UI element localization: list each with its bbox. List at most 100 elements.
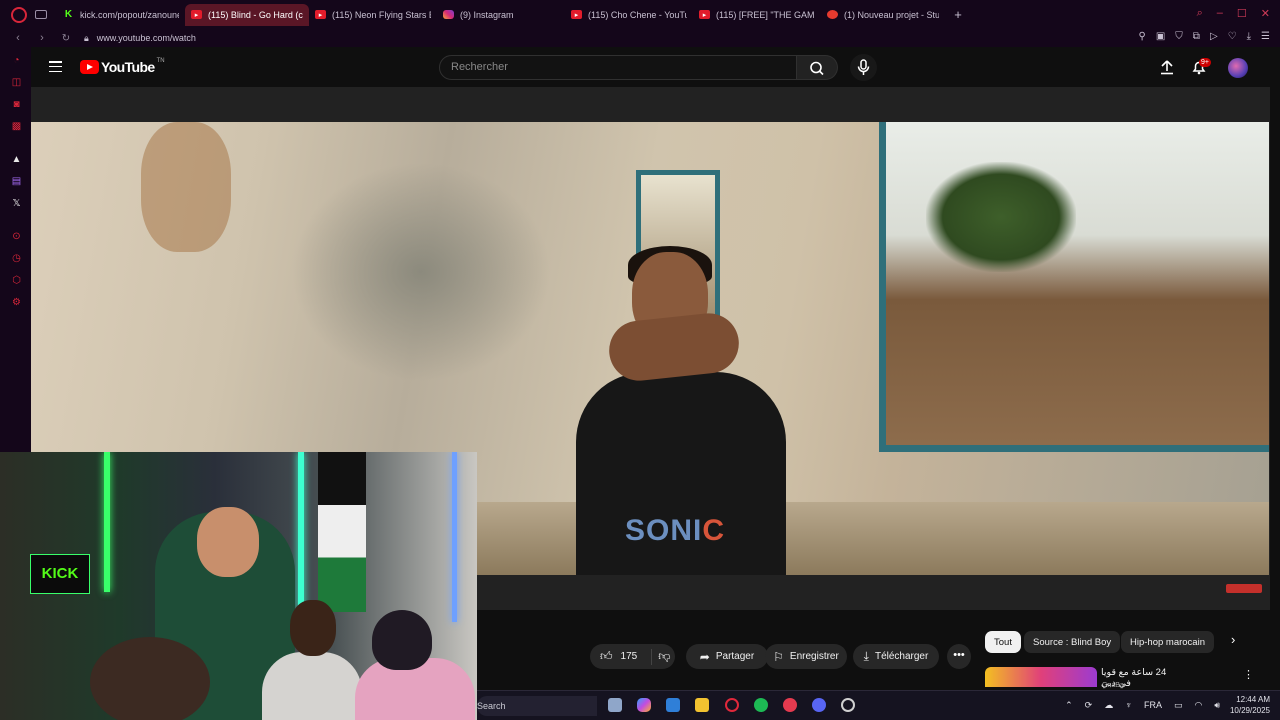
store-icon[interactable] — [666, 698, 680, 712]
guest — [90, 637, 210, 720]
opera-icon[interactable] — [725, 698, 739, 712]
studio-icon — [827, 10, 838, 19]
back-icon[interactable]: ‹ — [12, 32, 24, 44]
tab-label: (115) Neon Flying Stars B — [332, 9, 431, 20]
sync-icon[interactable]: ⟳ — [1085, 700, 1093, 711]
screen: K kick.com/popout/zanoune ▸ (115) Blind … — [0, 0, 1280, 720]
arrow-up-icon[interactable]: ▲ — [11, 154, 22, 165]
snapshot-icon[interactable]: ▣ — [1156, 31, 1165, 42]
youtube-icon: ▸ — [699, 10, 710, 19]
close-icon[interactable]: ✕ — [1261, 7, 1270, 20]
minimize-icon[interactable]: – — [1217, 7, 1223, 20]
reload-icon[interactable]: ↻ — [60, 33, 72, 44]
chevron-up-icon[interactable]: ⌃ — [1065, 700, 1073, 711]
display-icon[interactable]: ▭ — [1174, 700, 1183, 711]
settings-icon[interactable]: ⚙ — [11, 297, 22, 308]
save-button[interactable]: ⚐ Enregistrer — [765, 644, 847, 669]
shirt-print: SONIC — [625, 514, 725, 548]
shield-icon[interactable]: ⛉ — [1175, 31, 1183, 42]
player-icon[interactable]: ⊙ — [11, 231, 22, 242]
neon-light — [298, 452, 304, 612]
url-field[interactable]: www.youtube.com/watch — [97, 33, 196, 43]
subscribe-watermark[interactable] — [1226, 584, 1262, 593]
tab-blind-go-hard[interactable]: ▸ (115) Blind - Go Hard (clip — [185, 3, 309, 26]
easy-setup-icon[interactable]: ☰ — [1261, 31, 1270, 42]
wifi-icon[interactable]: ◠ — [1194, 700, 1202, 711]
forward-icon[interactable]: › — [36, 32, 48, 44]
tab-the-game[interactable]: ▸ (115) [FREE] "THE GAME" — [693, 4, 821, 26]
download-icon[interactable]: ⤓ — [1247, 31, 1251, 42]
kebab-menu-icon[interactable]: ⋮ — [1243, 668, 1254, 681]
tab-studio[interactable]: (1) Nouveau projet - Studi — [821, 4, 945, 26]
new-tab-button[interactable]: + — [951, 8, 965, 22]
tab-instagram[interactable]: (9) Instagram — [437, 4, 565, 26]
copilot-icon[interactable] — [637, 698, 651, 712]
share-button[interactable]: ➦ Partager — [686, 644, 768, 669]
obs-icon[interactable] — [841, 698, 855, 712]
clock[interactable]: 12:44 AM 10/29/2025 — [1222, 694, 1270, 716]
tab-label: (1) Nouveau projet - Studi — [844, 9, 939, 20]
microphone-icon — [857, 59, 870, 75]
upload-icon[interactable] — [1159, 59, 1175, 75]
player-icon[interactable]: ▷ — [1210, 31, 1218, 42]
bookmark-icon: ⚐ — [773, 649, 784, 664]
chip-tout[interactable]: Tout — [985, 631, 1021, 653]
search-button[interactable] — [797, 55, 838, 80]
heart-icon[interactable]: ♡ — [1228, 31, 1237, 42]
voice-search-button[interactable] — [850, 54, 877, 81]
maximize-icon[interactable]: ☐ — [1237, 7, 1247, 20]
tab-cho-chene[interactable]: ▸ (115) Cho Chene - YouTub — [565, 4, 693, 26]
divider — [651, 648, 653, 665]
discord-icon[interactable] — [812, 698, 826, 712]
youtube-wordmark: YouTube — [101, 59, 155, 75]
instagram-icon — [443, 10, 454, 19]
taskbar-search[interactable]: Search — [477, 696, 597, 716]
like-button[interactable]: 👍︎ 175 — [600, 649, 637, 664]
system-tray: ⌃ ⟳ ☁ ♆ FRA ▭ ◠ 🔊︎ — [1065, 700, 1220, 711]
chip-hip-hop-marocain[interactable]: Hip-hop marocain — [1121, 631, 1214, 653]
language-indicator[interactable]: FRA — [1144, 700, 1162, 711]
clock-time: 12:44 AM — [1236, 695, 1270, 704]
tab-label: (115) Blind - Go Hard (clip — [208, 9, 303, 20]
microphone-icon[interactable]: ♆ — [1125, 700, 1132, 711]
volume-icon[interactable]: 🔊︎ — [1214, 700, 1220, 711]
recommendation-channel[interactable]: GnaBa — [1102, 682, 1124, 689]
kick-icon: K — [64, 9, 73, 20]
chip-source-blind-boy[interactable]: Source : Blind Boy — [1024, 631, 1121, 653]
youtube-logo[interactable]: YouTube TN — [80, 58, 165, 75]
recommendation-thumbnail[interactable] — [985, 667, 1097, 687]
video-stain — [141, 122, 231, 252]
menu-icon[interactable] — [49, 61, 62, 72]
tab-neon-flying-stars[interactable]: ▸ (115) Neon Flying Stars B — [309, 4, 437, 26]
search-input[interactable]: Rechercher — [439, 55, 797, 80]
task-view-icon[interactable] — [608, 698, 622, 712]
chevron-right-icon[interactable]: › — [1231, 632, 1235, 647]
history-icon[interactable]: ◷ — [11, 253, 22, 264]
pin-icon[interactable]: ⚲ — [1139, 31, 1146, 42]
save-label: Enregistrer — [789, 651, 839, 662]
thumbs-down-icon[interactable]: 👎︎ — [658, 649, 670, 664]
extensions-icon[interactable]: ⧉ — [1193, 31, 1200, 42]
share-label: Partager — [715, 651, 755, 662]
messenger-icon[interactable]: ◙ — [11, 99, 22, 110]
lock-icon[interactable]: 🔒︎ — [84, 33, 89, 44]
x-icon[interactable]: 𝕏 — [11, 198, 22, 209]
tab-label: (115) [FREE] "THE GAME" — [716, 9, 815, 20]
spotify-icon[interactable] — [754, 698, 768, 712]
ai-icon[interactable]: ◔ — [11, 55, 22, 66]
file-explorer-icon[interactable] — [695, 698, 709, 712]
more-actions-button[interactable]: ••• — [947, 644, 971, 669]
avatar[interactable] — [1228, 58, 1248, 78]
download-button[interactable]: ⤓ Télécharger — [853, 644, 939, 669]
workspaces-icon[interactable] — [35, 10, 47, 19]
extensions-icon[interactable]: ⬡ — [11, 275, 22, 286]
tab-kick[interactable]: K kick.com/popout/zanoune — [57, 4, 185, 26]
gx-icon[interactable]: ▩ — [11, 121, 22, 132]
search-tabs-icon[interactable]: ⌕ — [1197, 7, 1203, 20]
youtube-play-icon — [80, 60, 99, 74]
app-icon[interactable] — [783, 698, 797, 712]
bag-icon[interactable]: ◫ — [11, 77, 22, 88]
cloud-icon[interactable]: ☁ — [1104, 700, 1113, 711]
twitch-icon[interactable]: ▤ — [11, 176, 22, 187]
opera-logo-icon[interactable] — [11, 6, 27, 23]
